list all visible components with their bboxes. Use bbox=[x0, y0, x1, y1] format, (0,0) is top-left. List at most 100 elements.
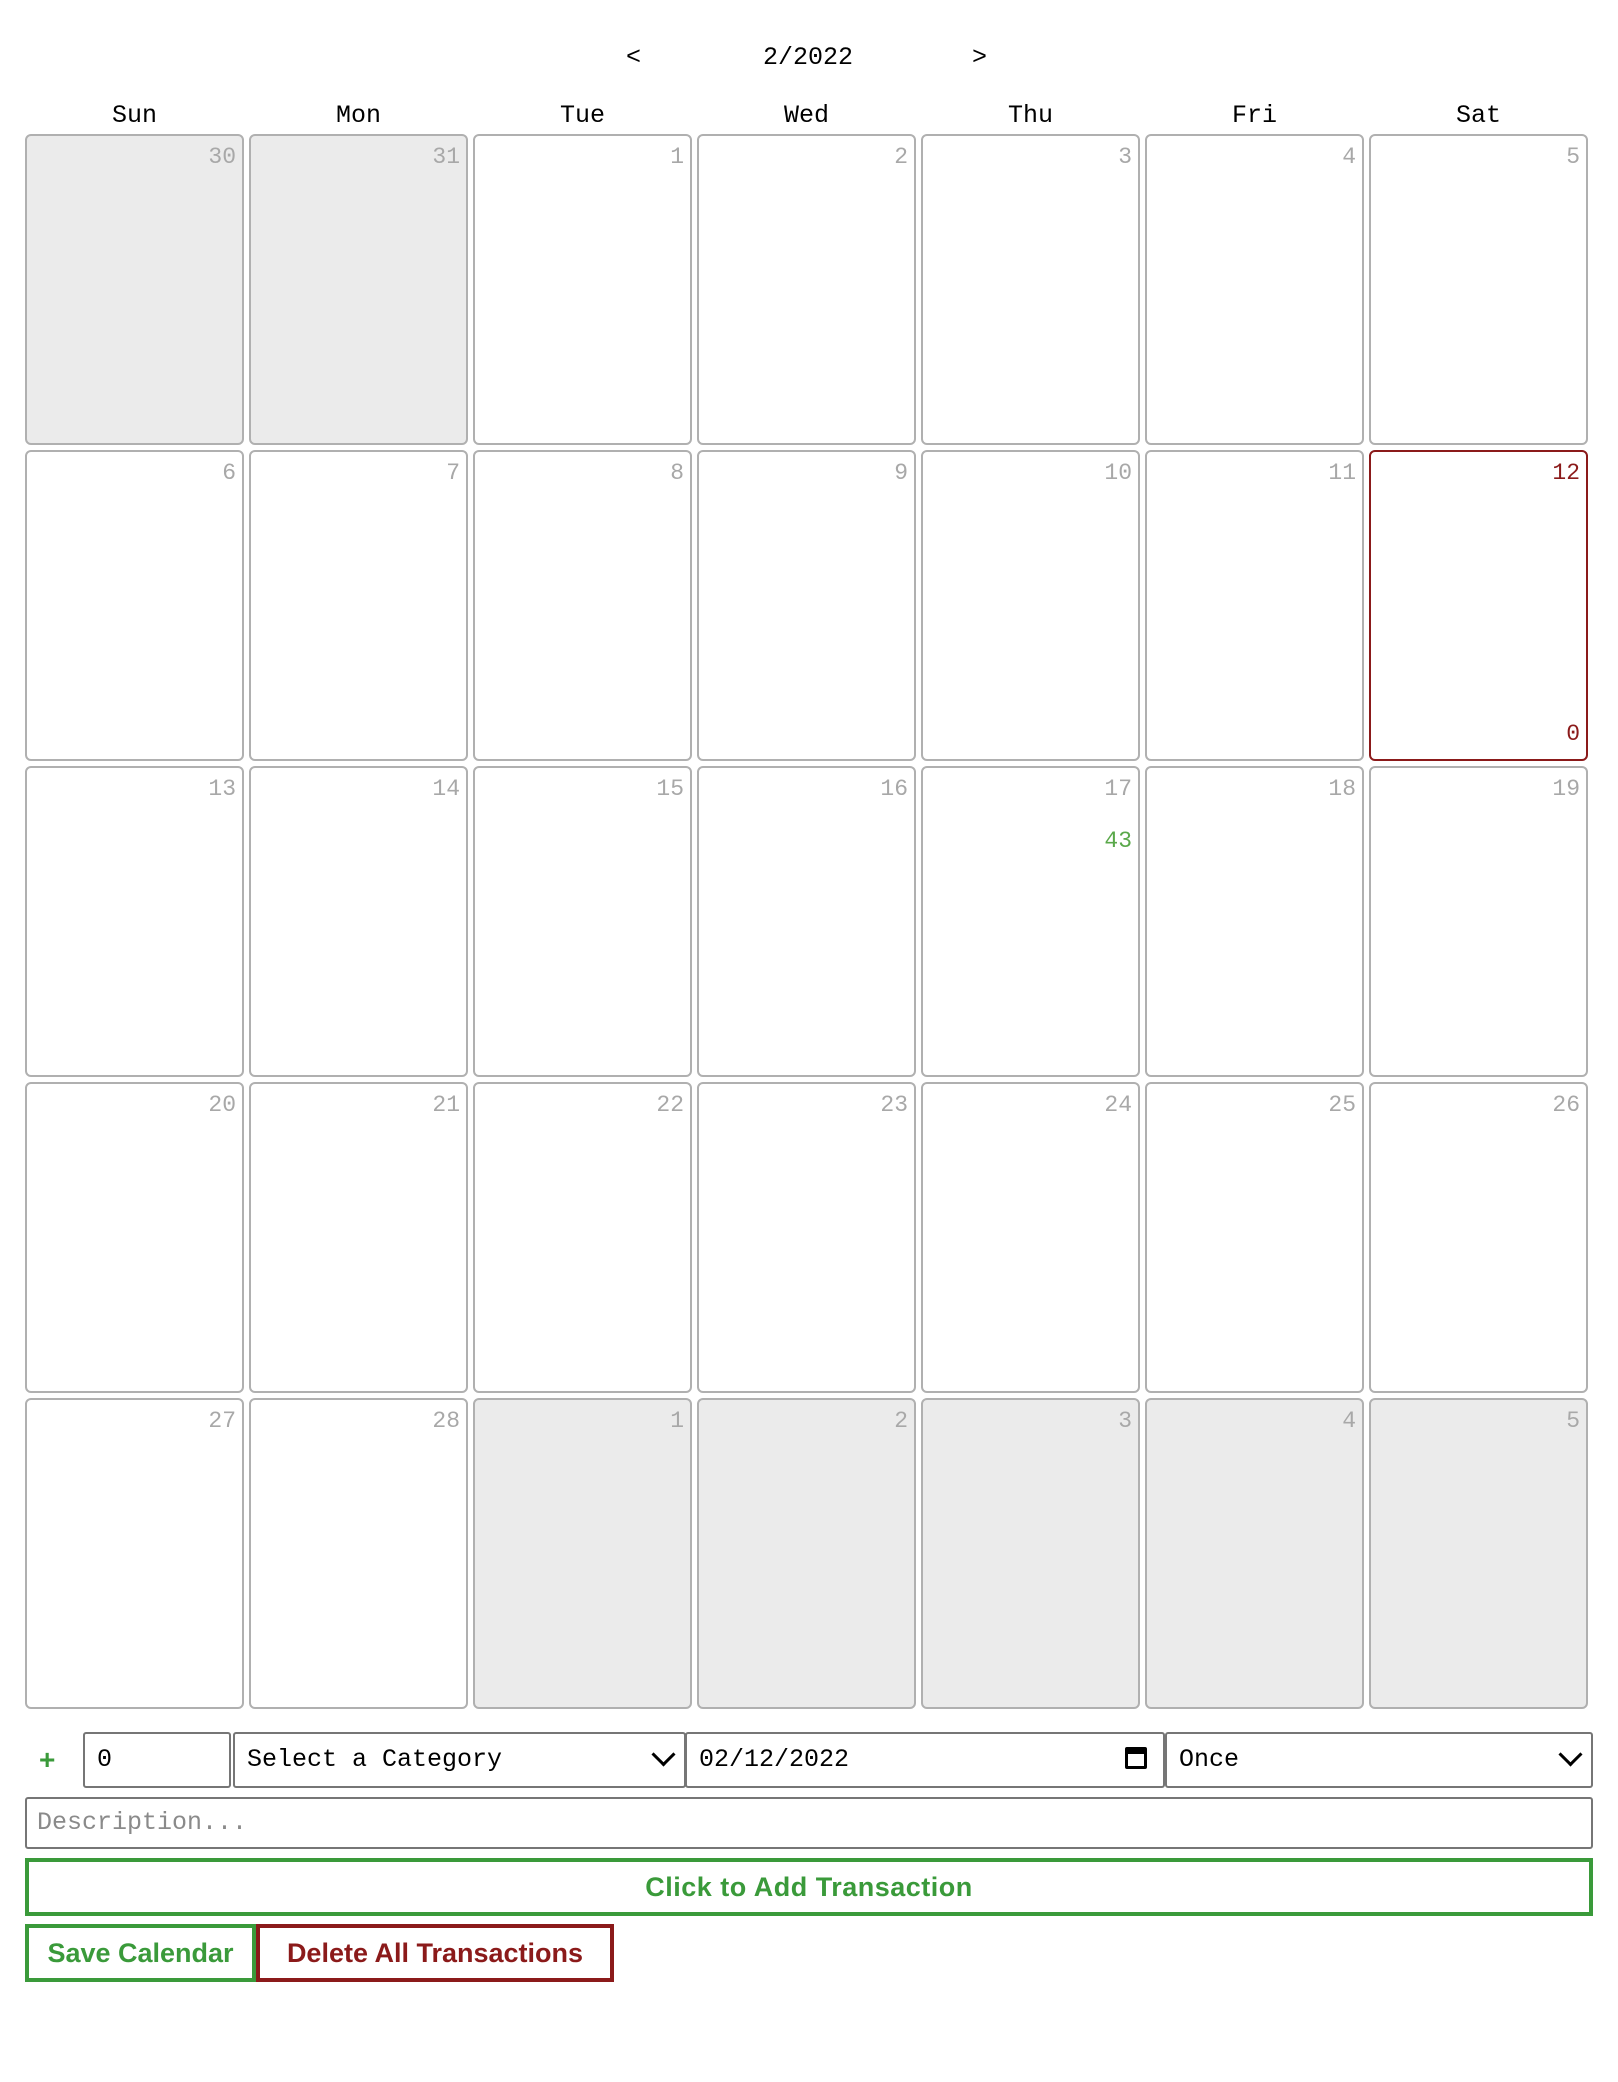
calendar-day[interactable]: 3 bbox=[921, 134, 1140, 445]
day-number: 5 bbox=[1566, 144, 1580, 170]
calendar-day[interactable]: 5 bbox=[1369, 1398, 1588, 1709]
calendar-day[interactable]: 5 bbox=[1369, 134, 1588, 445]
calendar-day[interactable]: 28 bbox=[249, 1398, 468, 1709]
save-calendar-button[interactable]: Save Calendar bbox=[25, 1924, 256, 1982]
category-select[interactable]: Select a Category bbox=[233, 1732, 686, 1788]
calendar-day[interactable]: 9 bbox=[697, 450, 916, 761]
day-number: 27 bbox=[208, 1408, 236, 1434]
month-navigation: < 2/2022 > bbox=[0, 36, 1618, 80]
date-input-value: 02/12/2022 bbox=[699, 1745, 850, 1774]
calendar-day[interactable]: 16 bbox=[697, 766, 916, 1077]
calendar-day[interactable]: 4 bbox=[1145, 1398, 1364, 1709]
calendar-icon[interactable] bbox=[1125, 1747, 1147, 1769]
day-number: 30 bbox=[208, 144, 236, 170]
previous-month-button[interactable]: < bbox=[626, 36, 641, 80]
calendar-day[interactable]: 15 bbox=[473, 766, 692, 1077]
calendar-day[interactable]: 6 bbox=[25, 450, 244, 761]
day-number: 28 bbox=[432, 1408, 460, 1434]
plus-icon[interactable]: + bbox=[39, 1732, 55, 1788]
calendar-day[interactable]: 4 bbox=[1145, 134, 1364, 445]
day-number: 2 bbox=[894, 144, 908, 170]
calendar-day[interactable]: 30 bbox=[25, 134, 244, 445]
calendar-day[interactable]: 31 bbox=[249, 134, 468, 445]
day-number: 18 bbox=[1328, 776, 1356, 802]
day-number: 19 bbox=[1552, 776, 1580, 802]
calendar-grid: 30 31 1 2 3 4 5 6 7 8 9 10 11 12 0 13 14 15 16 17 43 18 19 20 21… bbox=[25, 134, 1588, 1709]
day-number: 22 bbox=[656, 1092, 684, 1118]
calendar-day[interactable]: 24 bbox=[921, 1082, 1140, 1393]
day-number: 6 bbox=[222, 460, 236, 486]
calendar-day[interactable]: 25 bbox=[1145, 1082, 1364, 1393]
next-month-button[interactable]: > bbox=[972, 36, 987, 80]
day-number: 20 bbox=[208, 1092, 236, 1118]
weekday-mon: Mon bbox=[335, 101, 381, 130]
weekday-wed: Wed bbox=[783, 101, 829, 130]
day-number: 8 bbox=[670, 460, 684, 486]
weekday-thu: Thu bbox=[1007, 101, 1053, 130]
calendar-day[interactable]: 18 bbox=[1145, 766, 1364, 1077]
day-number: 3 bbox=[1118, 1408, 1132, 1434]
calendar-day[interactable]: 8 bbox=[473, 450, 692, 761]
day-number: 7 bbox=[446, 460, 460, 486]
day-number: 12 bbox=[1552, 460, 1580, 486]
calendar-day[interactable]: 7 bbox=[249, 450, 468, 761]
day-number: 23 bbox=[880, 1092, 908, 1118]
day-number: 11 bbox=[1328, 460, 1356, 486]
calendar-day[interactable]: 21 bbox=[249, 1082, 468, 1393]
calendar-day[interactable]: 17 43 bbox=[921, 766, 1140, 1077]
day-number: 10 bbox=[1104, 460, 1132, 486]
frequency-select[interactable]: Once bbox=[1165, 1732, 1593, 1788]
transaction-form: + 0 Select a Category 02/12/2022 Once bbox=[25, 1732, 1593, 1788]
description-input[interactable]: Description... bbox=[25, 1797, 1593, 1849]
day-number: 1 bbox=[670, 144, 684, 170]
day-number: 16 bbox=[880, 776, 908, 802]
calendar-day[interactable]: 26 bbox=[1369, 1082, 1588, 1393]
category-select-value: Select a Category bbox=[247, 1745, 503, 1774]
calendar-day[interactable]: 11 bbox=[1145, 450, 1364, 761]
calendar-day[interactable]: 27 bbox=[25, 1398, 244, 1709]
weekday-sat: Sat bbox=[1455, 101, 1501, 130]
day-number: 3 bbox=[1118, 144, 1132, 170]
day-number: 5 bbox=[1566, 1408, 1580, 1434]
day-number: 15 bbox=[656, 776, 684, 802]
chevron-down-icon bbox=[1558, 1742, 1583, 1767]
calendar-day[interactable]: 1 bbox=[473, 134, 692, 445]
day-number: 14 bbox=[432, 776, 460, 802]
day-number: 24 bbox=[1104, 1092, 1132, 1118]
weekday-tue: Tue bbox=[559, 101, 605, 130]
frequency-select-value: Once bbox=[1179, 1745, 1240, 1774]
date-input[interactable]: 02/12/2022 bbox=[685, 1732, 1165, 1788]
calendar-day[interactable]: 23 bbox=[697, 1082, 916, 1393]
calendar-day[interactable]: 14 bbox=[249, 766, 468, 1077]
day-number: 1 bbox=[670, 1408, 684, 1434]
calendar-day[interactable]: 19 bbox=[1369, 766, 1588, 1077]
calendar-day[interactable]: 3 bbox=[921, 1398, 1140, 1709]
month-title: 2/2022 bbox=[762, 43, 853, 72]
calendar-day[interactable]: 20 bbox=[25, 1082, 244, 1393]
calendar-day[interactable]: 2 bbox=[697, 1398, 916, 1709]
day-number: 31 bbox=[432, 144, 460, 170]
day-number: 4 bbox=[1342, 1408, 1356, 1434]
day-number: 25 bbox=[1328, 1092, 1356, 1118]
add-transaction-button[interactable]: Click to Add Transaction bbox=[25, 1858, 1593, 1916]
calendar-day-selected[interactable]: 12 0 bbox=[1369, 450, 1588, 761]
chevron-down-icon bbox=[651, 1742, 676, 1767]
day-number: 13 bbox=[208, 776, 236, 802]
calendar-day[interactable]: 1 bbox=[473, 1398, 692, 1709]
day-number: 9 bbox=[894, 460, 908, 486]
weekday-fri: Fri bbox=[1231, 101, 1277, 130]
day-number: 4 bbox=[1342, 144, 1356, 170]
delete-all-transactions-button[interactable]: Delete All Transactions bbox=[256, 1924, 614, 1982]
day-number: 21 bbox=[432, 1092, 460, 1118]
day-transaction-amount: 43 bbox=[1104, 828, 1132, 854]
calendar-day[interactable]: 22 bbox=[473, 1082, 692, 1393]
day-number: 17 bbox=[1104, 776, 1132, 802]
weekday-sun: Sun bbox=[111, 101, 157, 130]
calendar-day[interactable]: 13 bbox=[25, 766, 244, 1077]
day-number: 2 bbox=[894, 1408, 908, 1434]
calendar-day[interactable]: 10 bbox=[921, 450, 1140, 761]
day-number: 26 bbox=[1552, 1092, 1580, 1118]
day-transaction-amount: 0 bbox=[1566, 721, 1580, 747]
amount-input[interactable]: 0 bbox=[83, 1732, 231, 1788]
calendar-day[interactable]: 2 bbox=[697, 134, 916, 445]
